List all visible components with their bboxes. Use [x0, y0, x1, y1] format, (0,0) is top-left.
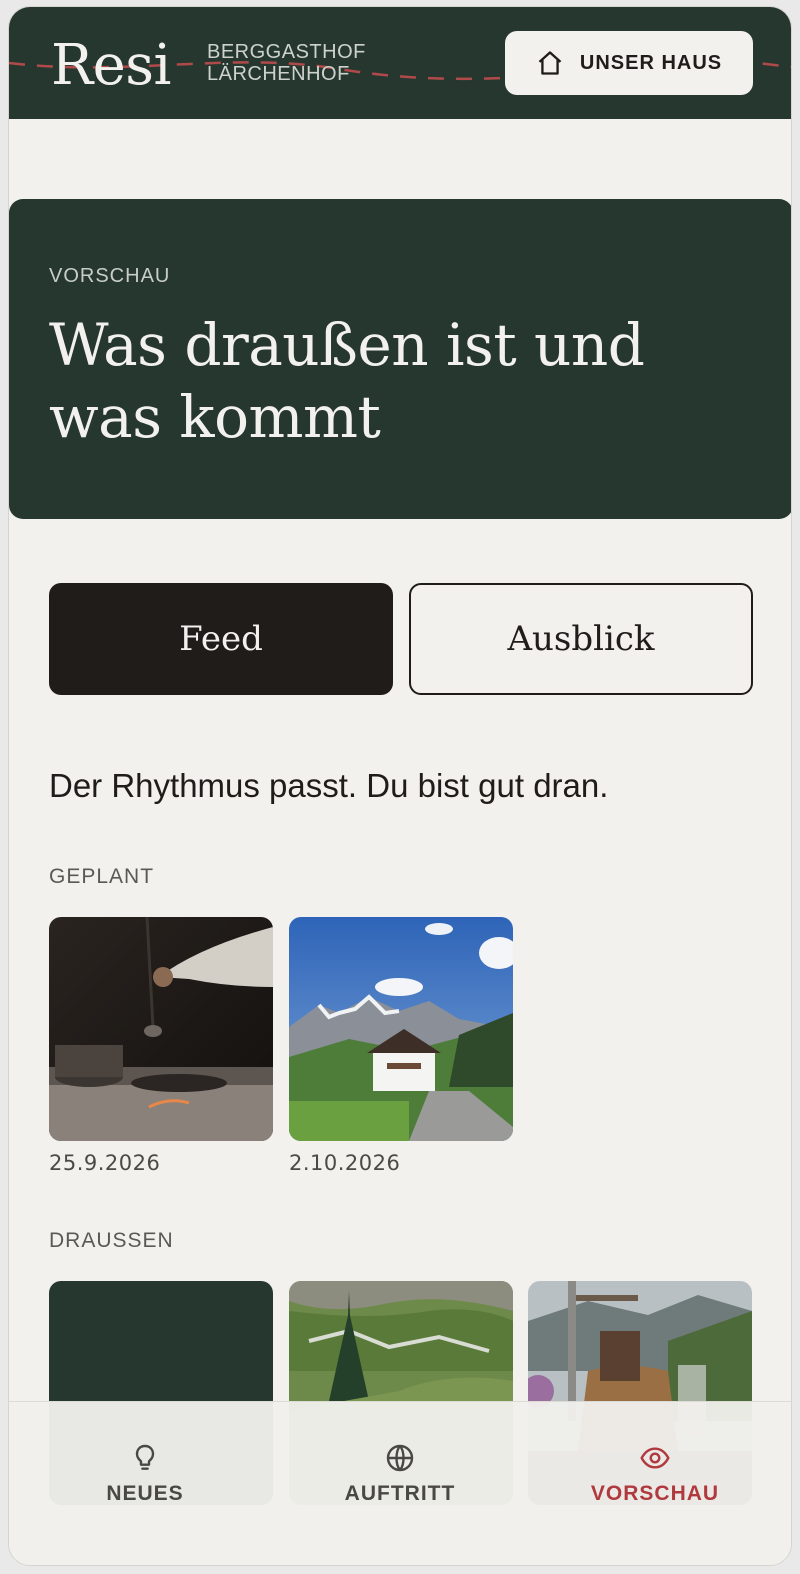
- logo[interactable]: Resi: [51, 33, 171, 98]
- mountain-guesthouse-photo: [289, 917, 513, 1141]
- nav-item-auftritt-label: AUFTRITT: [344, 1482, 456, 1505]
- brand-subtitle-line1: BERGGASTHOF: [207, 41, 366, 63]
- nav-item-auftritt[interactable]: AUFTRITT: [290, 1442, 510, 1506]
- brand-subtitle: BERGGASTHOF LÄRCHENHOF: [207, 41, 366, 85]
- top-bar: Resi BERGGASTHOF LÄRCHENHOF UNSER HAUS: [9, 7, 791, 119]
- nav-item-vorschau[interactable]: VORSCHAU: [545, 1442, 765, 1506]
- planned-tile-guesthouse[interactable]: [289, 917, 513, 1141]
- section-label-planned: GEPLANT: [49, 865, 155, 888]
- lightbulb-icon: [135, 1444, 155, 1470]
- brand-subtitle-line2: LÄRCHENHOF: [207, 63, 350, 85]
- planned-date-2: 2.10.2026: [289, 1151, 401, 1175]
- tab-feed[interactable]: Feed: [49, 583, 393, 695]
- our-house-button-label: UNSER HAUS: [579, 51, 723, 74]
- planned-tile-kitchen[interactable]: [49, 917, 273, 1141]
- nav-item-neues-label: NEUES: [106, 1482, 184, 1505]
- globe-icon: [386, 1444, 414, 1472]
- eye-icon: [640, 1447, 670, 1469]
- nav-item-neues[interactable]: NEUES: [35, 1442, 255, 1506]
- page-title: Was draußen ist und was kommt: [49, 311, 645, 451]
- nav-item-vorschau-label: VORSCHAU: [590, 1482, 720, 1505]
- section-label-outside: DRAUSSEN: [49, 1229, 174, 1252]
- house-icon: [538, 51, 562, 75]
- kitchen-cooking-photo: [49, 917, 273, 1141]
- tab-ausblick[interactable]: Ausblick: [409, 583, 753, 695]
- our-house-button[interactable]: UNSER HAUS: [505, 31, 753, 95]
- hero-eyebrow: VORSCHAU: [49, 265, 171, 287]
- status-message: Der Rhythmus passt. Du bist gut dran.: [49, 767, 609, 804]
- bottom-navigation: NEUES AUFTRITT VORSCHAU: [9, 1401, 791, 1565]
- app-frame: Resi BERGGASTHOF LÄRCHENHOF UNSER HAUS V…: [8, 6, 792, 1566]
- planned-date-1: 25.9.2026: [49, 1151, 161, 1175]
- hero-card: VORSCHAU Was draußen ist und was kommt: [9, 199, 791, 519]
